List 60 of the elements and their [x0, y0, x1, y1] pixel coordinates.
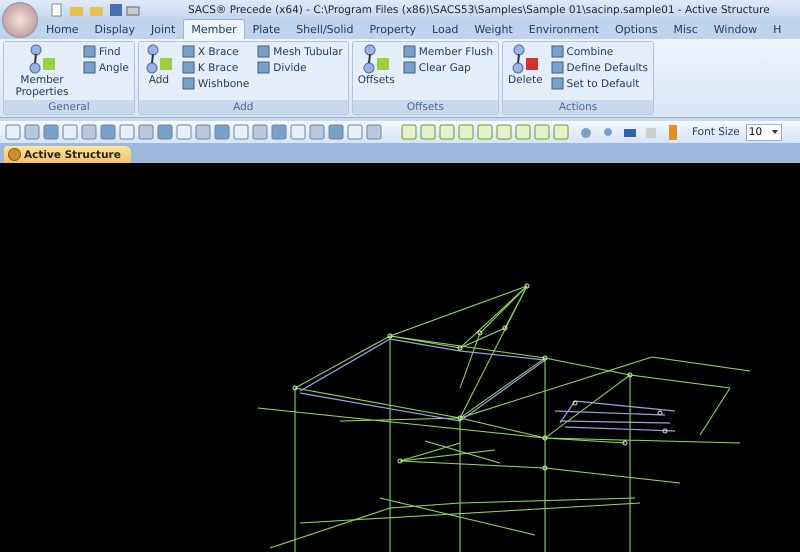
app-logo-icon[interactable] — [2, 2, 38, 38]
ribbon-button[interactable]: K Brace — [180, 60, 252, 75]
ribbon-button[interactable]: Wishbone — [180, 76, 252, 91]
ribbon-button[interactable]: Member Properties — [7, 44, 77, 98]
group-label: General — [4, 100, 134, 114]
tool-icon — [402, 45, 416, 58]
member-icon — [27, 44, 57, 74]
quick-access-toolbar-icons-drawing[interactable] — [50, 2, 140, 16]
ribbon-button[interactable]: Mesh Tubular — [255, 44, 345, 59]
group-label: Add — [138, 100, 348, 114]
ribbon-tab[interactable]: Joint — [143, 19, 184, 39]
model-viewport[interactable] — [0, 163, 800, 552]
tool-icon — [550, 61, 564, 74]
caret-icon — [772, 130, 778, 134]
tool-icon — [402, 61, 416, 74]
ribbon-button[interactable]: Clear Gap — [400, 60, 496, 75]
ribbon-tab[interactable]: Property — [361, 19, 424, 39]
ribbon-button[interactable]: Combine — [548, 44, 650, 59]
font-size-dropdown[interactable]: 10 — [746, 124, 782, 140]
tool-icon — [182, 61, 195, 74]
window-title: SACS® Precede (x64) - C:\Program Files (x86)\SACS53\Samples\Sample 01\sacinp.sample01 - Active Structure — [188, 4, 770, 16]
ribbon-button[interactable]: Offsets — [356, 44, 397, 86]
ribbon-tab[interactable]: Plate — [244, 19, 288, 39]
ribbon-tab[interactable]: Options — [607, 19, 666, 39]
document-tab[interactable]: Active Structure — [4, 146, 131, 163]
ribbon-button[interactable]: Find — [81, 44, 131, 59]
ribbon-tab[interactable]: Environment — [520, 19, 607, 39]
ribbon-button[interactable]: Define Defaults — [548, 60, 650, 75]
ribbon-button[interactable]: Angle — [81, 60, 131, 75]
ribbon-tab[interactable]: Misc — [665, 19, 706, 39]
ribbon-tab[interactable]: H — [765, 19, 790, 39]
ribbon-button[interactable]: Add — [142, 44, 176, 86]
tool-icon — [550, 45, 564, 58]
ribbon-tab[interactable]: Member — [183, 19, 245, 39]
tool-icon — [182, 77, 195, 90]
tool-icon — [550, 77, 564, 90]
ribbon-button[interactable]: Set to Default — [548, 76, 650, 91]
ribbon-tab[interactable]: Display — [86, 19, 144, 39]
info-icon — [8, 148, 21, 161]
tool-icon — [182, 45, 195, 58]
ribbon-tab[interactable]: Shell/Solid — [288, 19, 362, 39]
font-size-label: Font Size — [692, 126, 740, 138]
ribbon-tab[interactable]: Weight — [466, 19, 521, 39]
group-label: Offsets — [352, 100, 498, 114]
ribbon-tab[interactable]: Window — [706, 19, 766, 39]
ribbon-tab[interactable]: Load — [424, 19, 466, 39]
tool-icon — [83, 45, 96, 58]
ribbon-button[interactable]: Divide — [255, 60, 345, 75]
ribbon-button[interactable]: Delete — [506, 44, 545, 86]
view-cube-icons-drawing[interactable] — [400, 123, 570, 141]
group-label: Actions — [503, 100, 653, 114]
member-icon — [361, 44, 392, 74]
tool-icon — [257, 45, 270, 58]
member-icon — [510, 44, 540, 74]
tool-icon — [83, 61, 96, 74]
ribbon-button[interactable]: X Brace — [180, 44, 252, 59]
ribbon-button[interactable]: Member Flush — [400, 44, 496, 59]
tool-icon — [257, 61, 270, 74]
member-icon — [144, 44, 174, 74]
ribbon-tab[interactable]: Home — [38, 19, 86, 39]
